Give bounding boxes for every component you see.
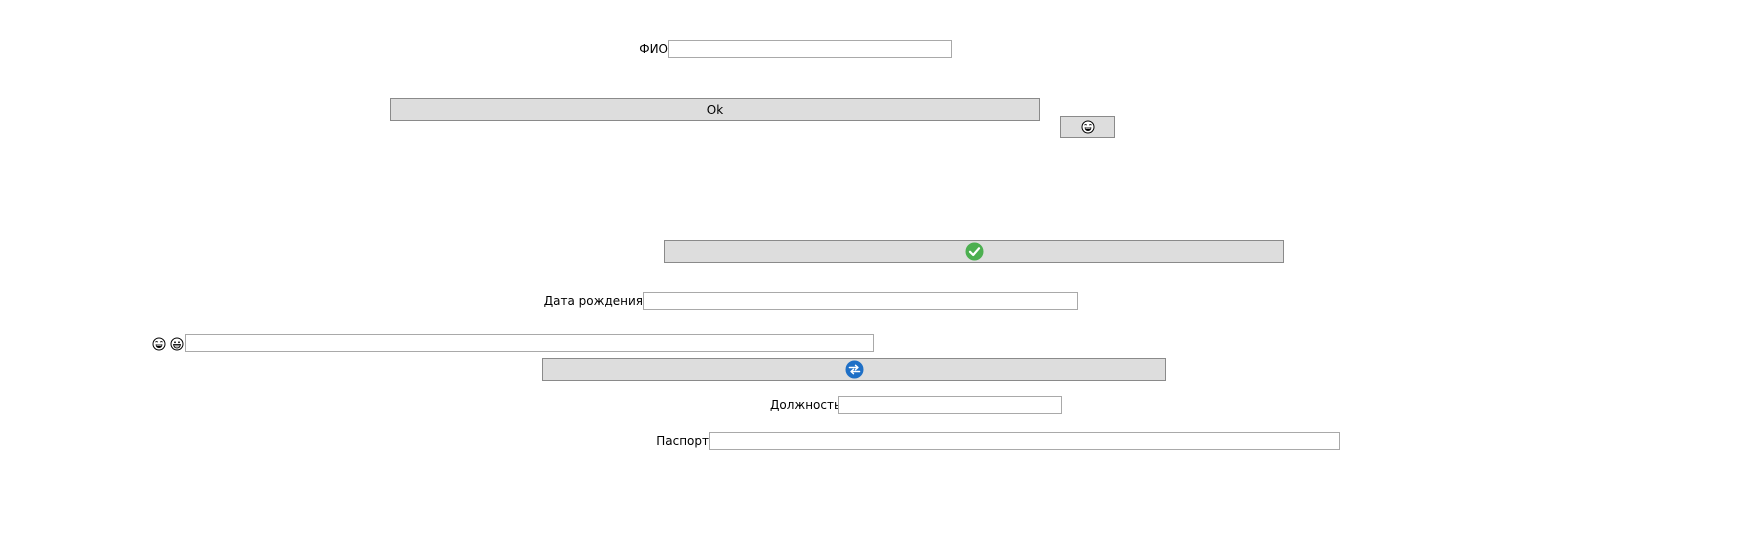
passport-label: Паспорт (656, 434, 709, 448)
position-label: Должность (770, 398, 842, 412)
confirm-button[interactable] (664, 240, 1284, 263)
laughing-face-icon (1081, 120, 1094, 134)
birth-date-label: Дата рождения (543, 294, 643, 308)
grinning-face-icon (170, 337, 184, 351)
ok-button[interactable]: Ok (390, 98, 1040, 121)
ok-button-label: Ok (706, 102, 724, 117)
emoji-field-input[interactable] (185, 334, 874, 352)
position-input[interactable] (838, 396, 1062, 414)
laughing-face-icon (152, 337, 166, 351)
smiley-button[interactable] (1060, 116, 1115, 138)
blue-refresh-icon (845, 360, 863, 379)
emoji-label (152, 335, 185, 353)
passport-input[interactable] (709, 432, 1340, 450)
fio-input[interactable] (668, 40, 952, 58)
refresh-button[interactable] (542, 358, 1166, 381)
green-checkmark-icon (965, 242, 983, 261)
fio-label: ФИО (639, 42, 668, 56)
birth-date-input[interactable] (643, 292, 1078, 310)
